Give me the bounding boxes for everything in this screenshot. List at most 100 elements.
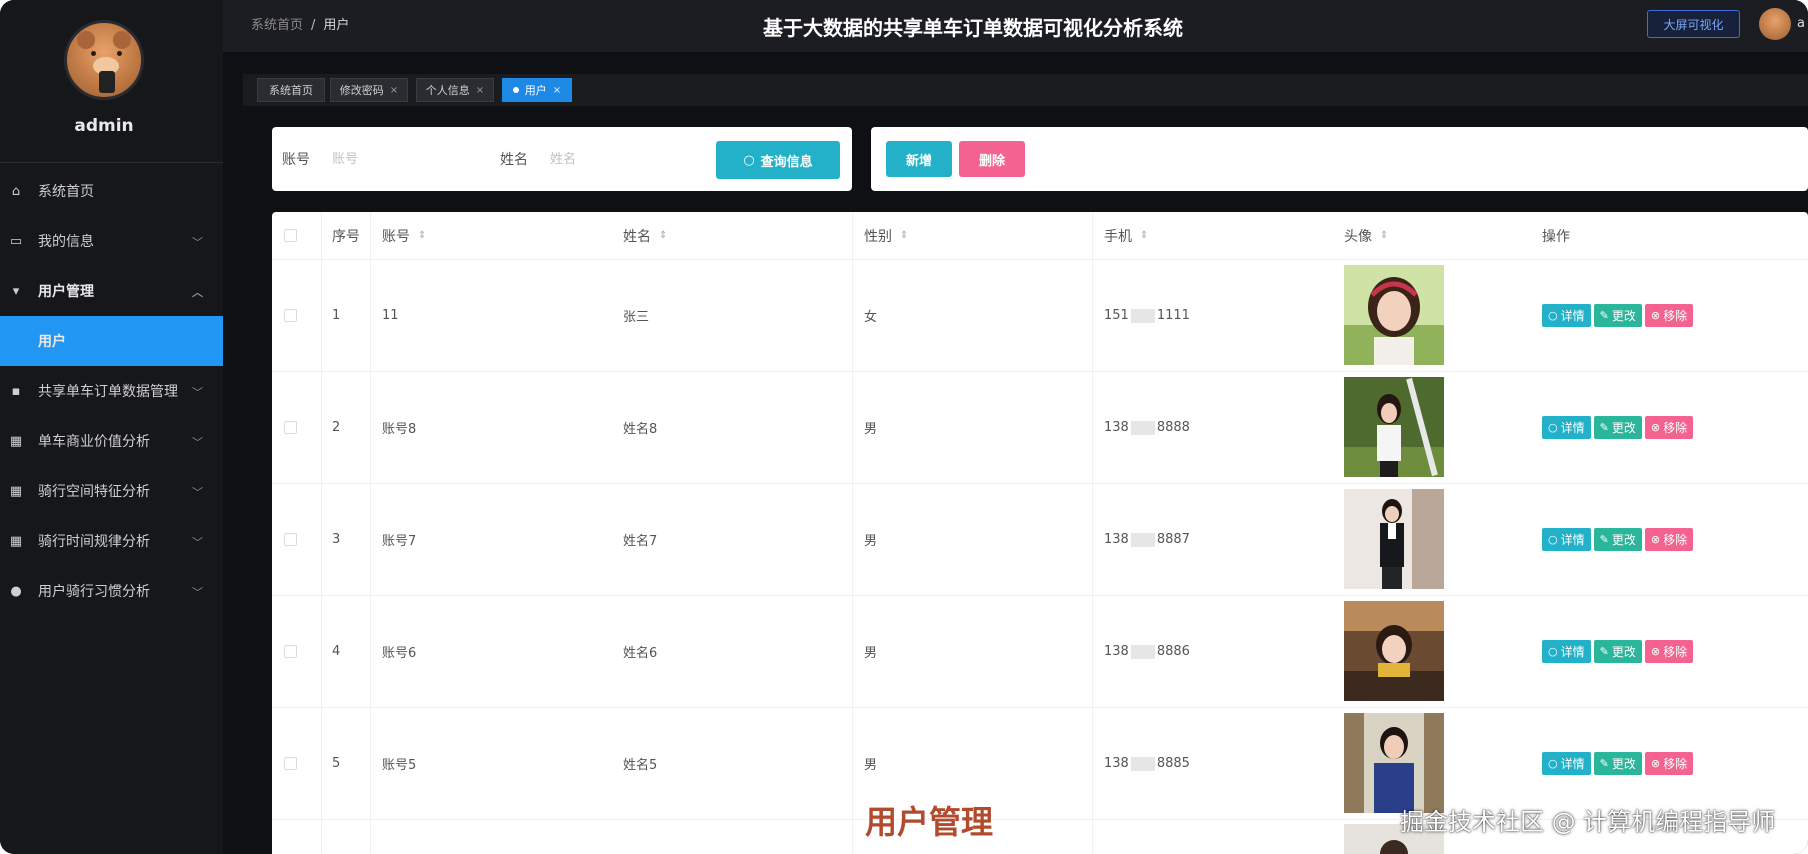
avatar-photo[interactable] bbox=[1344, 377, 1444, 477]
sidebar-item-label: 我的信息 bbox=[38, 234, 94, 250]
sort-icon[interactable]: ⇕ bbox=[418, 230, 426, 241]
sidebar-item-user-manage[interactable]: ▾ 用户管理 ︿ bbox=[0, 266, 223, 316]
detail-label: 详情 bbox=[1560, 757, 1585, 771]
header-gender[interactable]: 性别 ⇕ bbox=[864, 212, 908, 259]
edit-button[interactable]: ✎ 更改 bbox=[1593, 640, 1642, 663]
avatar-photo[interactable] bbox=[1344, 713, 1444, 813]
detail-button[interactable]: ○ 详情 bbox=[1542, 528, 1591, 551]
index-cell: 2 bbox=[332, 420, 341, 435]
header-avatar[interactable]: 头像 ⇕ bbox=[1344, 212, 1388, 259]
table-row[interactable]: 2 账号8 姓名8 男 138 8888 ○ 详情 ✎ 更改 ⊗ 移除 bbox=[272, 372, 1808, 484]
avatar-photo[interactable] bbox=[1344, 601, 1444, 701]
phone-mask bbox=[1130, 756, 1155, 771]
tab-profile[interactable]: 个人信息 × bbox=[416, 78, 494, 102]
header-account[interactable]: 账号 ⇕ bbox=[382, 212, 426, 259]
phone-mask bbox=[1130, 532, 1155, 547]
avatar-ear bbox=[77, 31, 95, 49]
phone-suffix: 8887 bbox=[1156, 532, 1190, 547]
sidebar-menu: ⌂ 系统首页 ▭ 我的信息 ﹀ ▾ 用户管理 ︿ 用户 ▪ 共享单车订单数据管理… bbox=[0, 166, 223, 616]
tab-label: 系统首页 bbox=[269, 84, 313, 97]
remove-button[interactable]: ⊗ 移除 bbox=[1644, 528, 1694, 551]
detail-button[interactable]: ○ 详情 bbox=[1542, 752, 1591, 775]
index-cell: 5 bbox=[332, 756, 341, 771]
header-phone[interactable]: 手机 ⇕ bbox=[1104, 212, 1148, 259]
portrait-image bbox=[1344, 713, 1444, 813]
edit-label: 更改 bbox=[1611, 757, 1636, 771]
sidebar-item-my-info[interactable]: ▭ 我的信息 ﹀ bbox=[0, 216, 223, 266]
tab-user[interactable]: 用户 × bbox=[502, 78, 572, 102]
header-index: 序号 bbox=[332, 212, 360, 259]
remove-button[interactable]: ⊗ 移除 bbox=[1644, 640, 1694, 663]
sidebar-item-label: 共享单车订单数据管理 bbox=[38, 384, 178, 400]
avatar-photo[interactable] bbox=[1344, 265, 1444, 365]
sidebar-item-user[interactable]: 用户 bbox=[0, 316, 223, 366]
sidebar-item-order-manage[interactable]: ▪ 共享单车订单数据管理 ﹀ bbox=[0, 366, 223, 416]
row-checkbox[interactable] bbox=[284, 645, 297, 658]
portrait-image bbox=[1344, 377, 1444, 477]
portrait-image bbox=[1344, 489, 1444, 589]
close-icon[interactable]: × bbox=[476, 85, 484, 96]
bigscreen-button[interactable]: 大屏可视化 bbox=[1647, 10, 1740, 38]
edit-button[interactable]: ✎ 更改 bbox=[1593, 752, 1642, 775]
table-row[interactable]: 1 11 张三 女 151 1111 ○ 详情 ✎ 更改 ⊗ 移除 bbox=[272, 260, 1808, 372]
tab-change-password[interactable]: 修改密码 × bbox=[330, 78, 408, 102]
sidebar-item-business-value[interactable]: ▦ 单车商业价值分析 ﹀ bbox=[0, 416, 223, 466]
remove-label: 移除 bbox=[1663, 309, 1688, 323]
watermark: 掘金技术社区 @ 计算机编程指导师 bbox=[1400, 808, 1776, 836]
delete-button[interactable]: 删除 bbox=[959, 141, 1025, 177]
detail-button[interactable]: ○ 详情 bbox=[1542, 304, 1591, 327]
sort-icon[interactable]: ⇕ bbox=[659, 230, 667, 241]
row-checkbox[interactable] bbox=[284, 309, 297, 322]
account-input[interactable] bbox=[332, 144, 472, 174]
avatar-photo[interactable] bbox=[1344, 489, 1444, 589]
remove-button[interactable]: ⊗ 移除 bbox=[1644, 304, 1694, 327]
row-checkbox[interactable] bbox=[284, 533, 297, 546]
remove-label: 移除 bbox=[1663, 645, 1688, 659]
table-row[interactable]: 4 账号6 姓名6 男 138 8886 ○ 详情 ✎ 更改 ⊗ 移除 bbox=[272, 596, 1808, 708]
phone-suffix: 8888 bbox=[1156, 420, 1190, 435]
name-input[interactable] bbox=[550, 144, 690, 174]
account-cell: 账号7 bbox=[382, 534, 417, 549]
table-row[interactable]: 3 账号7 姓名7 男 138 8887 ○ 详情 ✎ 更改 ⊗ 移除 bbox=[272, 484, 1808, 596]
header-label: 头像 bbox=[1344, 228, 1372, 245]
sidebar-item-home[interactable]: ⌂ 系统首页 bbox=[0, 166, 223, 216]
search-button[interactable]: ○ 查询信息 bbox=[716, 141, 840, 179]
remove-button[interactable]: ⊗ 移除 bbox=[1644, 752, 1694, 775]
sort-icon[interactable]: ⇕ bbox=[1380, 230, 1388, 241]
sidebar-item-temporal[interactable]: ▦ 骑行时间规律分析 ﹀ bbox=[0, 516, 223, 566]
header-label: 性别 bbox=[864, 228, 892, 245]
top-header: 系统首页 / 用户 基于大数据的共享单车订单数据可视化分析系统 大屏可视化 a bbox=[223, 0, 1808, 52]
admin-avatar[interactable] bbox=[64, 20, 144, 100]
sidebar: admin ⌂ 系统首页 ▭ 我的信息 ﹀ ▾ 用户管理 ︿ 用户 ▪ 共享单车… bbox=[0, 0, 223, 854]
chevron-down-icon: ﹀ bbox=[192, 236, 203, 249]
sort-icon[interactable]: ⇕ bbox=[900, 230, 908, 241]
remove-button[interactable]: ⊗ 移除 bbox=[1644, 416, 1694, 439]
breadcrumb-home[interactable]: 系统首页 bbox=[251, 18, 303, 33]
row-checkbox[interactable] bbox=[284, 421, 297, 434]
select-all-cell bbox=[284, 212, 297, 259]
edit-button[interactable]: ✎ 更改 bbox=[1593, 304, 1642, 327]
sort-icon[interactable]: ⇕ bbox=[1140, 230, 1148, 241]
select-all-checkbox[interactable] bbox=[284, 229, 297, 242]
card-icon: ▭ bbox=[9, 233, 23, 249]
row-checkbox[interactable] bbox=[284, 757, 297, 770]
detail-button[interactable]: ○ 详情 bbox=[1542, 640, 1591, 663]
user-manage-icon: ▾ bbox=[12, 283, 20, 299]
edit-button[interactable]: ✎ 更改 bbox=[1593, 528, 1642, 551]
user-avatar[interactable] bbox=[1759, 8, 1791, 40]
header-name[interactable]: 姓名 ⇕ bbox=[623, 212, 667, 259]
user-name[interactable]: a bbox=[1797, 16, 1805, 31]
sidebar-item-habits[interactable]: ● 用户骑行习惯分析 ﹀ bbox=[0, 566, 223, 616]
tab-label: 个人信息 bbox=[425, 84, 470, 97]
edit-label: 更改 bbox=[1611, 645, 1636, 659]
grid-icon: ▦ bbox=[9, 483, 23, 499]
close-icon[interactable]: × bbox=[553, 85, 561, 96]
close-icon[interactable]: × bbox=[390, 85, 398, 96]
header-ops: 操作 bbox=[1542, 212, 1570, 259]
edit-button[interactable]: ✎ 更改 bbox=[1593, 416, 1642, 439]
name-cell: 姓名7 bbox=[623, 534, 658, 549]
sidebar-item-spatial[interactable]: ▦ 骑行空间特征分析 ﹀ bbox=[0, 466, 223, 516]
detail-button[interactable]: ○ 详情 bbox=[1542, 416, 1591, 439]
tab-home[interactable]: 系统首页 bbox=[257, 78, 325, 102]
add-button[interactable]: 新增 bbox=[886, 141, 952, 177]
